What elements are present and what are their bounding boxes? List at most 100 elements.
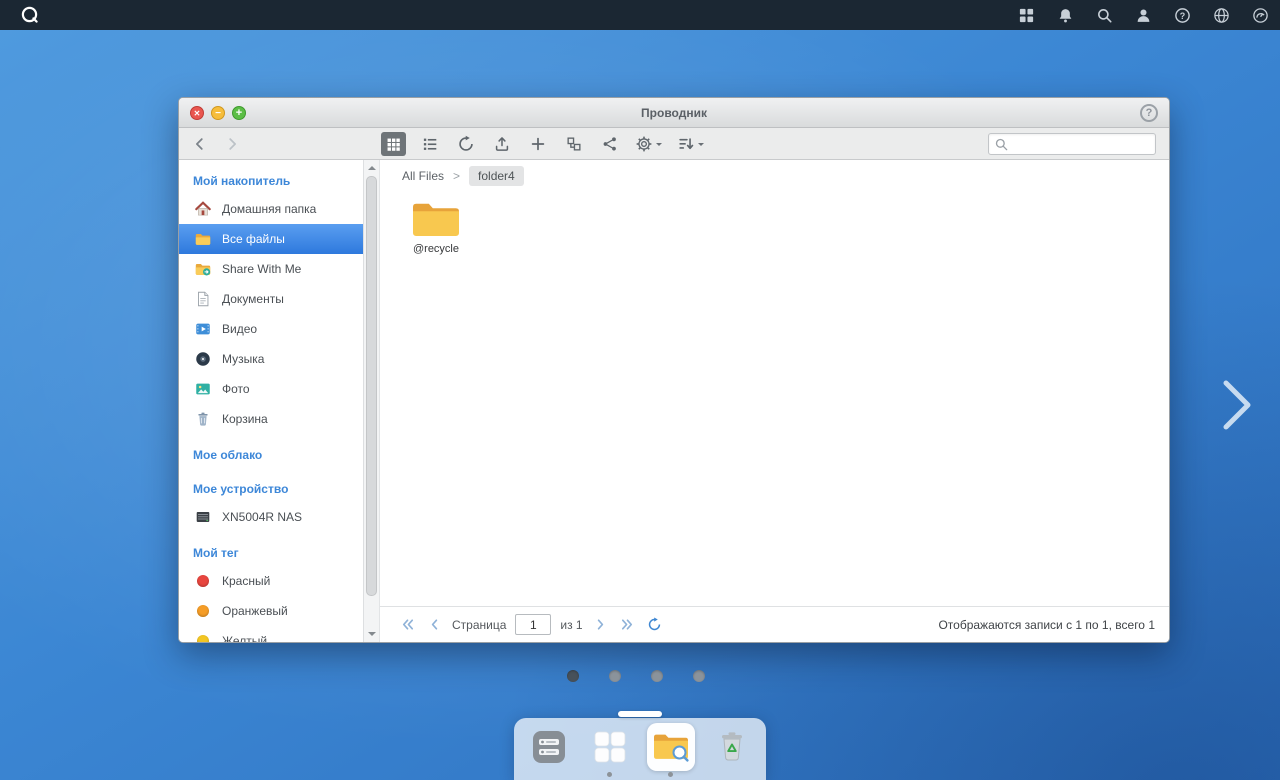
prev-page-button[interactable] — [425, 616, 443, 634]
sidebar-item-photo[interactable]: Фото — [179, 374, 363, 404]
dock-item-control-panel[interactable] — [524, 724, 574, 777]
tag-red-icon — [193, 571, 213, 591]
explorer-window: Проводник — [178, 97, 1170, 643]
sidebar-item-label: Документы — [222, 292, 284, 306]
maximize-button[interactable] — [232, 106, 246, 120]
pagination-bar: Страница из 1 — [380, 606, 1169, 642]
next-page-button[interactable] — [592, 616, 610, 634]
desktop-page-dots — [567, 670, 705, 682]
help-icon[interactable]: ? — [1172, 5, 1192, 25]
upload-button[interactable] — [489, 132, 514, 156]
recycle-bin-icon — [721, 732, 742, 761]
file-item[interactable]: @recycle — [393, 198, 479, 255]
plus-icon — [531, 137, 544, 151]
sidebar-scrollbar[interactable] — [363, 160, 379, 642]
sidebar-item-label: Фото — [222, 382, 250, 396]
photo-icon — [193, 379, 213, 399]
sidebar-item-label: Все файлы — [222, 232, 285, 246]
sidebar-item-tag-red[interactable]: Красный — [179, 566, 363, 596]
share-folder-icon — [193, 259, 213, 279]
copy-move-button[interactable] — [561, 132, 586, 156]
trash-icon — [193, 409, 213, 429]
dock-item-file-explorer[interactable] — [646, 723, 696, 777]
folder-icon — [413, 203, 459, 236]
upload-icon — [495, 137, 508, 151]
topbar-icons: ? — [1016, 5, 1270, 25]
sidebar-section-my-cloud: Мое облако — [193, 448, 263, 462]
refresh-list-button[interactable] — [646, 616, 664, 634]
window-body: Мой накопитель Домашняя папка Все файлы … — [179, 160, 1169, 642]
minimize-button[interactable] — [211, 106, 225, 120]
list-view-icon — [423, 138, 436, 150]
sidebar-item-video[interactable]: Видео — [179, 314, 363, 344]
user-icon[interactable] — [1133, 5, 1153, 25]
toolbar-search — [988, 133, 1156, 155]
window-titlebar[interactable]: Проводник — [179, 98, 1169, 128]
tag-orange-icon — [193, 601, 213, 621]
sidebar-item-tag-yellow[interactable]: Желтый — [179, 626, 363, 642]
chevron-down-icon — [698, 142, 704, 149]
search-icon — [995, 138, 1008, 150]
apps-grid-icon[interactable] — [1016, 5, 1036, 25]
page-dot-4[interactable] — [693, 670, 705, 682]
scroll-down-arrow-icon[interactable] — [364, 627, 379, 641]
page-input[interactable] — [515, 614, 552, 635]
sidebar-item-label: Оранжевый — [222, 604, 288, 618]
window-title: Проводник — [641, 105, 707, 120]
gear-icon — [636, 136, 652, 152]
sidebar-item-home-folder[interactable]: Домашняя папка — [179, 194, 363, 224]
sidebar-item-share-with-me[interactable]: Share With Me — [179, 254, 363, 284]
search-input[interactable] — [1009, 134, 1155, 154]
language-globe-icon[interactable] — [1211, 5, 1231, 25]
scrollbar-thumb[interactable] — [366, 176, 377, 596]
breadcrumb: All Files > folder4 — [380, 160, 1169, 192]
last-page-button[interactable] — [619, 616, 637, 634]
sort-button[interactable] — [675, 132, 706, 156]
page-dot-2[interactable] — [609, 670, 621, 682]
breadcrumb-current[interactable]: folder4 — [469, 166, 524, 186]
grid-view-button[interactable] — [381, 132, 406, 156]
system-logo[interactable] — [20, 5, 40, 25]
refresh-button[interactable] — [453, 132, 478, 156]
svg-text:?: ? — [1179, 10, 1184, 20]
page-dot-1[interactable] — [567, 670, 579, 682]
history-nav — [189, 133, 243, 155]
sidebar-item-trash[interactable]: Корзина — [179, 404, 363, 434]
back-button[interactable] — [189, 133, 211, 155]
dock-handle[interactable] — [618, 711, 662, 717]
active-app-highlight — [646, 723, 695, 771]
close-button[interactable] — [190, 106, 204, 120]
sidebar-item-documents[interactable]: Документы — [179, 284, 363, 314]
control-panel-icon — [532, 731, 565, 763]
share-button[interactable] — [597, 132, 622, 156]
create-button[interactable] — [525, 132, 550, 156]
nas-icon — [193, 507, 213, 527]
toolbar — [179, 128, 1169, 160]
sidebar-item-music[interactable]: Музыка — [179, 344, 363, 374]
search-icon[interactable] — [1094, 5, 1114, 25]
breadcrumb-root[interactable]: All Files — [402, 169, 444, 183]
sidebar-item-nas[interactable]: XN5004R NAS — [179, 502, 363, 532]
dock-item-recycle-bin[interactable] — [707, 724, 757, 777]
notification-bell-icon[interactable] — [1055, 5, 1075, 25]
file-explorer-icon — [653, 734, 689, 762]
scroll-up-arrow-icon[interactable] — [364, 161, 379, 175]
window-help-button[interactable] — [1140, 104, 1158, 122]
list-view-button[interactable] — [417, 132, 442, 156]
toolbar-buttons — [381, 132, 706, 156]
file-name: @recycle — [412, 243, 459, 255]
chevron-right-icon — [1223, 380, 1251, 430]
page-count-label: из 1 — [560, 617, 583, 632]
next-desktop-page-arrow[interactable] — [1220, 378, 1256, 437]
settings-button[interactable] — [633, 132, 664, 156]
sidebar-item-tag-orange[interactable]: Оранжевый — [179, 596, 363, 626]
dock-item-app-center[interactable] — [585, 724, 635, 777]
sidebar-item-all-files[interactable]: Все файлы — [179, 224, 363, 254]
resource-monitor-icon[interactable] — [1250, 5, 1270, 25]
page-dot-3[interactable] — [651, 670, 663, 682]
sidebar-item-label: Видео — [222, 322, 258, 336]
music-icon — [193, 349, 213, 369]
window-controls — [190, 106, 246, 120]
forward-button[interactable] — [221, 133, 243, 155]
first-page-button[interactable] — [398, 616, 416, 634]
